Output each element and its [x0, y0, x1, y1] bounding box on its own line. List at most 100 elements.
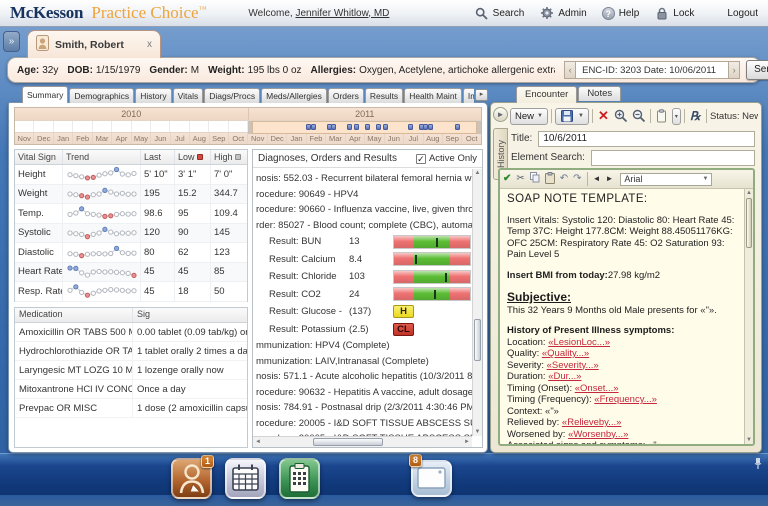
editor-scrollbar[interactable]: ▲ ▼: [744, 189, 753, 444]
new-note-button[interactable]: New▼: [510, 108, 548, 125]
timeline-month-label[interactable]: Sep: [443, 133, 462, 144]
zoom-out-icon[interactable]: [632, 108, 647, 124]
scroll-thumb[interactable]: [313, 438, 383, 446]
dor-list-item[interactable]: rder: 85027 - Blood count; complete (CBC…: [253, 218, 472, 234]
timeline-month-label[interactable]: Sep: [210, 133, 229, 144]
dor-result-row[interactable]: Result: CO224: [253, 286, 472, 304]
medication-row[interactable]: Hydrochlorothiazide OR TABS 25 MG1 table…: [15, 342, 247, 361]
medication-row[interactable]: Amoxicillin OR TABS 500 MG0.00 tablet (0…: [15, 323, 247, 342]
patients-app-icon[interactable]: 1: [171, 458, 212, 499]
dor-list-item[interactable]: mmunization: HPV4 (Complete): [253, 338, 472, 354]
template-field-link[interactable]: «Dur...»: [548, 371, 581, 382]
copy-icon[interactable]: [530, 172, 540, 186]
template-field-link[interactable]: «Relieveby...»: [562, 417, 622, 428]
dor-list-item[interactable]: rocedure: 20005 - I&D SOFT TISSUE ABSCES…: [253, 416, 472, 432]
timeline-event-marker[interactable]: [428, 124, 433, 130]
cut-icon[interactable]: ✂: [516, 174, 524, 184]
active-only-toggle[interactable]: ✓ Active Only: [416, 153, 477, 164]
note-tab-encounter[interactable]: Encounter: [516, 86, 577, 103]
dor-horizontal-scrollbar[interactable]: ◄ ►: [253, 436, 472, 447]
chart-tab-imm[interactable]: Imm: [463, 88, 474, 103]
patient-tab-close-icon[interactable]: x: [147, 39, 152, 50]
template-field-link[interactable]: «LesionLoc...»: [548, 337, 610, 348]
dor-result-row[interactable]: Result: Chloride103: [253, 268, 472, 286]
next-field-icon[interactable]: ►: [605, 175, 613, 183]
dor-result-row[interactable]: Result: Calcium8.4: [253, 251, 472, 269]
timeline-event-marker[interactable]: [383, 124, 388, 130]
spellcheck-icon[interactable]: ✔: [503, 174, 511, 184]
template-field-link[interactable]: «"»: [700, 305, 714, 316]
chart-tab-health-maint[interactable]: Health Maint: [404, 88, 462, 103]
dor-result-row[interactable]: Result: Potassium -(2.5)CL: [253, 321, 472, 339]
timeline-month-label[interactable]: Apr: [112, 133, 131, 144]
dor-result-row[interactable]: Result: Glucose -(137)H: [253, 303, 472, 321]
timeline-month-label[interactable]: Aug: [190, 133, 209, 144]
timeline-event-marker[interactable]: [408, 124, 413, 130]
encounter-prev-button[interactable]: ‹: [564, 61, 576, 79]
timeline-selection[interactable]: [248, 121, 481, 134]
medication-row[interactable]: Prevpac OR MISC1 dose (2 amoxicillin cap…: [15, 399, 247, 418]
scroll-thumb[interactable]: [746, 198, 752, 248]
pin-icon[interactable]: [753, 457, 763, 472]
dor-result-row[interactable]: Result: BUN13: [253, 233, 472, 251]
chart-tab-demographics[interactable]: Demographics: [69, 88, 134, 103]
prescription-icon[interactable]: ℞: [688, 108, 703, 124]
timeline-month-label[interactable]: Jun: [385, 133, 404, 144]
dor-list-item[interactable]: mmunization: LAIV,Intranasal (Complete): [253, 354, 472, 370]
chart-tab-history[interactable]: History: [135, 88, 171, 103]
timeline-month-label[interactable]: Feb: [73, 133, 92, 144]
vital-row[interactable]: Heart Rate454585: [15, 263, 247, 283]
timeline-month-label[interactable]: Oct: [229, 133, 248, 144]
scroll-right-icon[interactable]: ►: [462, 437, 472, 447]
more-options-button[interactable]: ▾: [672, 108, 681, 125]
note-tab-notes[interactable]: Notes: [578, 86, 621, 101]
chart-tab-diags-procs[interactable]: Diags/Procs: [204, 88, 260, 103]
timeline-month-label[interactable]: Nov: [15, 133, 34, 144]
col-sig[interactable]: Sig: [133, 308, 247, 322]
scroll-thumb[interactable]: [474, 319, 481, 361]
scroll-up-icon[interactable]: ▲: [473, 169, 482, 177]
help-button[interactable]: ? Help: [602, 7, 640, 20]
timeline-event-marker[interactable]: [365, 124, 370, 130]
note-title-input[interactable]: [538, 131, 755, 147]
timeline-month-label[interactable]: Jun: [151, 133, 170, 144]
current-user-link[interactable]: Jennifer Whitlow, MD: [295, 8, 389, 19]
timeline-month-label[interactable]: Mar: [93, 133, 112, 144]
col-low[interactable]: Low: [175, 150, 211, 164]
template-field-link[interactable]: «Severity...»: [547, 360, 599, 371]
font-family-select[interactable]: Arial ▼: [620, 173, 712, 186]
element-search-input[interactable]: [591, 150, 755, 166]
timeline-month-label[interactable]: Aug: [424, 133, 443, 144]
dor-list-item[interactable]: rocedure: 90632 - Hepatitis A vaccine, a…: [253, 385, 472, 401]
dor-list-item[interactable]: nosis: 571.1 - Acute alcoholic hepatitis…: [253, 369, 472, 385]
timeline-event-marker[interactable]: [455, 124, 460, 130]
col-high[interactable]: High: [211, 150, 247, 164]
col-vital-sign[interactable]: Vital Sign: [15, 150, 63, 164]
timeline-event-marker[interactable]: [347, 124, 352, 130]
scroll-left-icon[interactable]: ◄: [253, 437, 263, 447]
dor-list-item[interactable]: rocedure: 90660 - Influenza vaccine, liv…: [253, 202, 472, 218]
timeline-month-label[interactable]: Jul: [404, 133, 423, 144]
undo-icon[interactable]: ↶: [560, 174, 568, 184]
zoom-in-icon[interactable]: [614, 108, 629, 124]
patient-tab[interactable]: Smith, Robert x: [27, 30, 161, 58]
dor-list-item[interactable]: rocedure: 90649 - HPV4: [253, 187, 472, 203]
note-content[interactable]: SOAP NOTE TEMPLATE:Insert Vitals: Systol…: [500, 189, 744, 444]
timeline-month-label[interactable]: Oct: [462, 133, 480, 144]
dor-list-item[interactable]: nosis: 552.03 - Recurrent bilateral femo…: [253, 171, 472, 187]
scroll-down-icon[interactable]: ▼: [473, 428, 482, 436]
timeline-event-marker[interactable]: [331, 124, 336, 130]
timeline-month-label[interactable]: Feb: [307, 133, 326, 144]
panel-collapse-button[interactable]: ►: [493, 107, 508, 122]
dor-list-item[interactable]: nosis: 784.91 - Postnasal drip (2/3/2011…: [253, 400, 472, 416]
scroll-up-icon[interactable]: ▲: [745, 189, 753, 197]
timeline-month-label[interactable]: Jan: [287, 133, 306, 144]
active-only-checkbox[interactable]: ✓: [416, 154, 426, 164]
delete-note-icon[interactable]: ✕: [596, 108, 611, 124]
template-field-link[interactable]: «Frequency...»: [594, 394, 657, 405]
chart-tab-orders[interactable]: Orders: [328, 88, 364, 103]
medication-row[interactable]: Laryngesic MT LOZG 10 MG1 lozenge orally…: [15, 361, 247, 380]
search-button[interactable]: Search: [474, 5, 525, 21]
timeline-month-label[interactable]: Mar: [326, 133, 345, 144]
template-field-link[interactable]: «Worsenby...»: [568, 429, 628, 440]
